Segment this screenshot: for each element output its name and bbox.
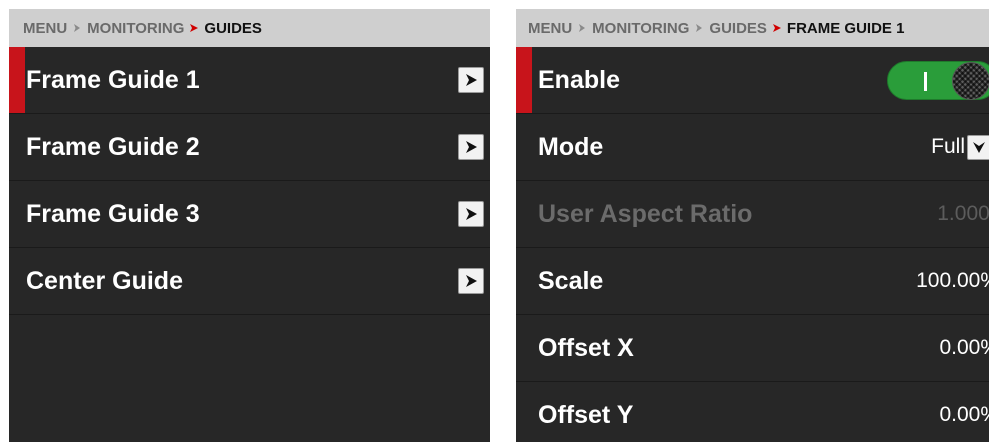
setting-label-user-aspect-ratio: User Aspect Ratio <box>538 199 753 228</box>
breadcrumb-item-monitoring[interactable]: MONITORING <box>87 20 184 37</box>
setting-label-offset-x: Offset X <box>538 333 634 362</box>
scale-value[interactable]: 100.00% <box>916 269 989 293</box>
setting-row-user-aspect-ratio: User Aspect Ratio 1.0000:1 <box>516 181 989 248</box>
offset-y-value[interactable]: 0.00% <box>939 403 989 427</box>
breadcrumb: MENU MONITORING GUIDES <box>9 9 490 47</box>
breadcrumb-item-guides: GUIDES <box>204 19 262 37</box>
breadcrumb-item-guides[interactable]: GUIDES <box>709 20 767 37</box>
breadcrumb-item-menu[interactable]: MENU <box>23 20 67 37</box>
setting-row-offset-x[interactable]: Offset X 0.00% <box>516 315 989 382</box>
chevron-right-icon <box>696 24 703 32</box>
setting-row-enable[interactable]: Enable <box>516 47 989 114</box>
arrow-right-icon[interactable] <box>458 201 484 227</box>
setting-row-offset-y[interactable]: Offset Y 0.00% <box>516 382 989 442</box>
setting-label-scale: Scale <box>538 266 604 295</box>
toggle-on-indicator <box>924 72 927 91</box>
menu-item-label: Center Guide <box>26 266 183 295</box>
menu-item-frame-guide-1[interactable]: Frame Guide 1 <box>9 47 490 114</box>
menu-item-frame-guide-2[interactable]: Frame Guide 2 <box>9 114 490 181</box>
menu-item-label: Frame Guide 1 <box>26 65 200 94</box>
chevron-right-icon <box>74 24 81 32</box>
setting-row-scale[interactable]: Scale 100.00% <box>516 248 989 315</box>
setting-label-mode: Mode <box>538 132 604 161</box>
setting-row-mode[interactable]: Mode Full <box>516 114 989 181</box>
menu-item-center-guide[interactable]: Center Guide <box>9 248 490 315</box>
arrow-right-icon[interactable] <box>458 268 484 294</box>
menu-item-label: Frame Guide 2 <box>26 132 200 161</box>
toggle-knob[interactable] <box>952 62 989 100</box>
arrow-right-icon[interactable] <box>458 134 484 160</box>
arrow-right-icon[interactable] <box>458 67 484 93</box>
menu-item-label: Frame Guide 3 <box>26 199 200 228</box>
breadcrumb-item-monitoring[interactable]: MONITORING <box>592 20 689 37</box>
chevron-right-icon <box>772 24 781 32</box>
user-aspect-ratio-value: 1.0000:1 <box>937 202 989 225</box>
offset-x-value[interactable]: 0.00% <box>939 336 989 360</box>
menu-item-frame-guide-3[interactable]: Frame Guide 3 <box>9 181 490 248</box>
enable-toggle[interactable] <box>887 61 989 100</box>
chevron-right-icon <box>579 24 586 32</box>
guides-menu-panel: MENU MONITORING GUIDES Frame Guide 1 Fra… <box>9 9 490 442</box>
breadcrumb-item-frame-guide-1: FRAME GUIDE 1 <box>786 19 905 37</box>
breadcrumb: MENU MONITORING GUIDES FRAME GUIDE 1 <box>516 9 989 47</box>
setting-label-offset-y: Offset Y <box>538 400 634 429</box>
breadcrumb-item-menu[interactable]: MENU <box>528 20 572 37</box>
mode-value[interactable]: Full <box>931 135 965 159</box>
chevron-right-icon <box>190 24 199 32</box>
frame-guide-settings-panel: MENU MONITORING GUIDES FRAME GUIDE 1 Ena… <box>516 9 989 442</box>
selection-indicator <box>516 47 532 113</box>
chevron-down-icon[interactable] <box>967 134 989 160</box>
selection-indicator <box>9 47 25 113</box>
